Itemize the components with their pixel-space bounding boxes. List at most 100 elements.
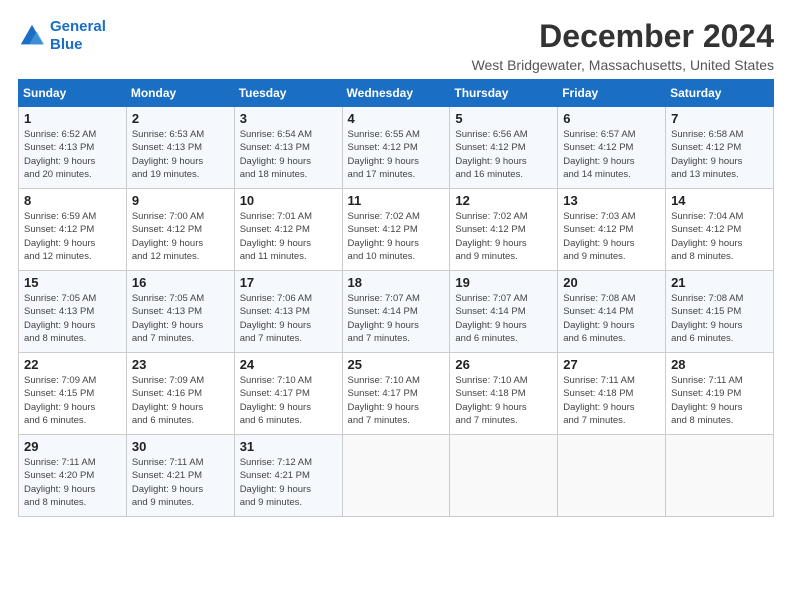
- table-row: 9 Sunrise: 7:00 AMSunset: 4:12 PMDaylight…: [126, 189, 234, 271]
- table-row: 18Sunrise: 7:07 AMSunset: 4:14 PMDayligh…: [342, 271, 450, 353]
- calendar-table: Sunday Monday Tuesday Wednesday Thursday…: [18, 79, 774, 517]
- cell-text: Sunrise: 6:53 AMSunset: 4:13 PMDaylight:…: [132, 128, 229, 181]
- day-number: 9: [132, 193, 229, 208]
- cell-text: Sunrise: 7:02 AMSunset: 4:12 PMDaylight:…: [348, 210, 445, 263]
- cell-text: Sunrise: 6:56 AMSunset: 4:12 PMDaylight:…: [455, 128, 552, 181]
- table-row: 8Sunrise: 6:59 AMSunset: 4:12 PMDaylight…: [19, 189, 127, 271]
- day-number: 27: [563, 357, 660, 372]
- day-number: 8: [24, 193, 121, 208]
- table-row: 11 Sunrise: 7:02 AMSunset: 4:12 PMDayligh…: [342, 189, 450, 271]
- cell-text: Sunrise: 7:12 AMSunset: 4:21 PMDaylight:…: [240, 456, 337, 509]
- logo-text: General Blue: [50, 18, 106, 54]
- day-number: 17: [240, 275, 337, 290]
- table-row: [558, 435, 666, 517]
- day-number: 10: [240, 193, 337, 208]
- header-saturday: Saturday: [666, 80, 774, 107]
- calendar-week-4: 22 Sunrise: 7:09 AMSunset: 4:15 PMDayligh…: [19, 353, 774, 435]
- calendar-week-5: 29Sunrise: 7:11 AMSunset: 4:20 PMDayligh…: [19, 435, 774, 517]
- table-row: 5 Sunrise: 6:56 AMSunset: 4:12 PMDaylight…: [450, 107, 558, 189]
- day-number: 13: [563, 193, 660, 208]
- header-friday: Friday: [558, 80, 666, 107]
- table-row: 6 Sunrise: 6:57 AMSunset: 4:12 PMDaylight…: [558, 107, 666, 189]
- header-wednesday: Wednesday: [342, 80, 450, 107]
- page: General Blue December 2024 West Bridgewa…: [0, 0, 792, 612]
- weekday-header-row: Sunday Monday Tuesday Wednesday Thursday…: [19, 80, 774, 107]
- day-number: 6: [563, 111, 660, 126]
- day-number: 3: [240, 111, 337, 126]
- table-row: 22 Sunrise: 7:09 AMSunset: 4:15 PMDayligh…: [19, 353, 127, 435]
- table-row: 28Sunrise: 7:11 AMSunset: 4:19 PMDayligh…: [666, 353, 774, 435]
- calendar-body: 1 Sunrise: 6:52 AMSunset: 4:13 PMDaylight…: [19, 107, 774, 517]
- cell-text: Sunrise: 7:11 AMSunset: 4:18 PMDaylight:…: [563, 374, 660, 427]
- day-number: 14: [671, 193, 768, 208]
- cell-text: Sunrise: 7:05 AMSunset: 4:13 PMDaylight:…: [132, 292, 229, 345]
- table-row: 1 Sunrise: 6:52 AMSunset: 4:13 PMDaylight…: [19, 107, 127, 189]
- day-number: 23: [132, 357, 229, 372]
- cell-text: Sunrise: 7:03 AMSunset: 4:12 PMDaylight:…: [563, 210, 660, 263]
- cell-text: Sunrise: 7:04 AMSunset: 4:12 PMDaylight:…: [671, 210, 768, 263]
- cell-text: Sunrise: 7:08 AMSunset: 4:14 PMDaylight:…: [563, 292, 660, 345]
- table-row: 19Sunrise: 7:07 AMSunset: 4:14 PMDayligh…: [450, 271, 558, 353]
- day-number: 26: [455, 357, 552, 372]
- table-row: 17Sunrise: 7:06 AMSunset: 4:13 PMDayligh…: [234, 271, 342, 353]
- title-block: December 2024 West Bridgewater, Massachu…: [472, 18, 774, 73]
- cell-text: Sunrise: 7:10 AMSunset: 4:17 PMDaylight:…: [348, 374, 445, 427]
- day-number: 2: [132, 111, 229, 126]
- day-number: 5: [455, 111, 552, 126]
- cell-text: Sunrise: 6:52 AMSunset: 4:13 PMDaylight:…: [24, 128, 121, 181]
- month-title: December 2024: [472, 18, 774, 55]
- calendar-header: Sunday Monday Tuesday Wednesday Thursday…: [19, 80, 774, 107]
- cell-text: Sunrise: 7:08 AMSunset: 4:15 PMDaylight:…: [671, 292, 768, 345]
- table-row: [666, 435, 774, 517]
- table-row: 29Sunrise: 7:11 AMSunset: 4:20 PMDayligh…: [19, 435, 127, 517]
- cell-text: Sunrise: 7:00 AMSunset: 4:12 PMDaylight:…: [132, 210, 229, 263]
- header-row: General Blue December 2024 West Bridgewa…: [18, 18, 774, 73]
- header-sunday: Sunday: [19, 80, 127, 107]
- day-number: 24: [240, 357, 337, 372]
- day-number: 29: [24, 439, 121, 454]
- day-number: 4: [348, 111, 445, 126]
- table-row: 4 Sunrise: 6:55 AMSunset: 4:12 PMDaylight…: [342, 107, 450, 189]
- table-row: [342, 435, 450, 517]
- cell-text: Sunrise: 6:57 AMSunset: 4:12 PMDaylight:…: [563, 128, 660, 181]
- day-number: 21: [671, 275, 768, 290]
- header-tuesday: Tuesday: [234, 80, 342, 107]
- day-number: 16: [132, 275, 229, 290]
- table-row: 16 Sunrise: 7:05 AMSunset: 4:13 PMDayligh…: [126, 271, 234, 353]
- calendar-week-2: 8Sunrise: 6:59 AMSunset: 4:12 PMDaylight…: [19, 189, 774, 271]
- day-number: 15: [24, 275, 121, 290]
- calendar-week-1: 1 Sunrise: 6:52 AMSunset: 4:13 PMDaylight…: [19, 107, 774, 189]
- day-number: 22: [24, 357, 121, 372]
- day-number: 20: [563, 275, 660, 290]
- day-number: 11: [348, 193, 445, 208]
- cell-text: Sunrise: 7:09 AMSunset: 4:16 PMDaylight:…: [132, 374, 229, 427]
- logo-icon: [18, 22, 46, 50]
- cell-text: Sunrise: 7:10 AMSunset: 4:18 PMDaylight:…: [455, 374, 552, 427]
- cell-text: Sunrise: 7:02 AMSunset: 4:12 PMDaylight:…: [455, 210, 552, 263]
- table-row: 14 Sunrise: 7:04 AMSunset: 4:12 PMDayligh…: [666, 189, 774, 271]
- cell-text: Sunrise: 7:11 AMSunset: 4:21 PMDaylight:…: [132, 456, 229, 509]
- table-row: 15Sunrise: 7:05 AMSunset: 4:13 PMDayligh…: [19, 271, 127, 353]
- table-row: 25Sunrise: 7:10 AMSunset: 4:17 PMDayligh…: [342, 353, 450, 435]
- cell-text: Sunrise: 6:55 AMSunset: 4:12 PMDaylight:…: [348, 128, 445, 181]
- table-row: 24 Sunrise: 7:10 AMSunset: 4:17 PMDayligh…: [234, 353, 342, 435]
- location-title: West Bridgewater, Massachusetts, United …: [472, 57, 774, 73]
- table-row: 20 Sunrise: 7:08 AMSunset: 4:14 PMDayligh…: [558, 271, 666, 353]
- table-row: 2 Sunrise: 6:53 AMSunset: 4:13 PMDaylight…: [126, 107, 234, 189]
- table-row: 3 Sunrise: 6:54 AMSunset: 4:13 PMDaylight…: [234, 107, 342, 189]
- logo: General Blue: [18, 18, 106, 54]
- cell-text: Sunrise: 6:58 AMSunset: 4:12 PMDaylight:…: [671, 128, 768, 181]
- logo-line1: General: [50, 18, 106, 35]
- day-number: 19: [455, 275, 552, 290]
- day-number: 7: [671, 111, 768, 126]
- table-row: 21 Sunrise: 7:08 AMSunset: 4:15 PMDayligh…: [666, 271, 774, 353]
- table-row: 13 Sunrise: 7:03 AMSunset: 4:12 PMDayligh…: [558, 189, 666, 271]
- cell-text: Sunrise: 7:07 AMSunset: 4:14 PMDaylight:…: [348, 292, 445, 345]
- cell-text: Sunrise: 7:09 AMSunset: 4:15 PMDaylight:…: [24, 374, 121, 427]
- calendar-week-3: 15 Sunrise: 7:05 AMSunset: 4:13 PMDayligh…: [19, 271, 774, 353]
- table-row: 12Sunrise: 7:02 AMSunset: 4:12 PMDayligh…: [450, 189, 558, 271]
- day-number: 1: [24, 111, 121, 126]
- table-row: 26 Sunrise: 7:10 AMSunset: 4:18 PMDayligh…: [450, 353, 558, 435]
- cell-text: Sunrise: 7:10 AMSunset: 4:17 PMDaylight:…: [240, 374, 337, 427]
- cell-text: Sunrise: 6:54 AMSunset: 4:13 PMDaylight:…: [240, 128, 337, 181]
